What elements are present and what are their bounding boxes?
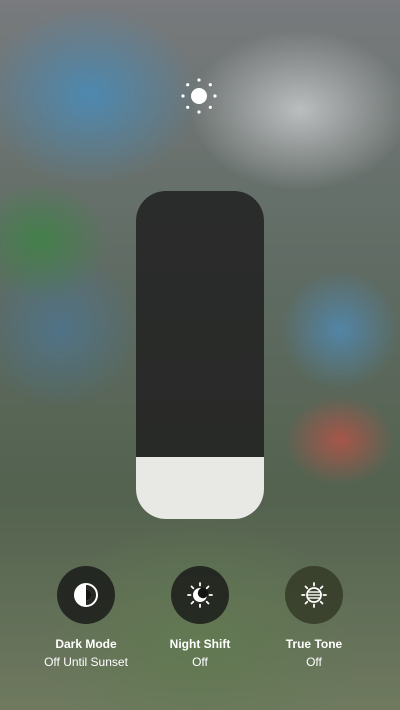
true-tone-control[interactable]: True Tone Off — [254, 566, 374, 670]
true-tone-label: True Tone — [285, 637, 343, 651]
brightness-level-fill — [136, 456, 264, 519]
brightness-slider[interactable] — [136, 191, 264, 519]
night-shift-status: Off — [192, 655, 208, 669]
dark-mode-control[interactable]: Dark Mode Off Until Sunset — [26, 566, 146, 670]
true-tone-status: Off — [306, 655, 322, 669]
true-tone-icon — [301, 582, 327, 608]
night-shift-button[interactable] — [171, 566, 229, 624]
dark-mode-label: Dark Mode — [55, 637, 117, 651]
dark-mode-button[interactable] — [57, 566, 115, 624]
night-shift-icon — [187, 582, 213, 608]
true-tone-button[interactable] — [285, 566, 343, 624]
night-shift-control[interactable]: Night Shift Off — [140, 566, 260, 670]
dark-mode-status: Off Until Sunset — [44, 655, 128, 669]
night-shift-label: Night Shift — [169, 637, 231, 651]
sun-icon — [181, 78, 217, 114]
dark-mode-icon — [74, 583, 98, 607]
